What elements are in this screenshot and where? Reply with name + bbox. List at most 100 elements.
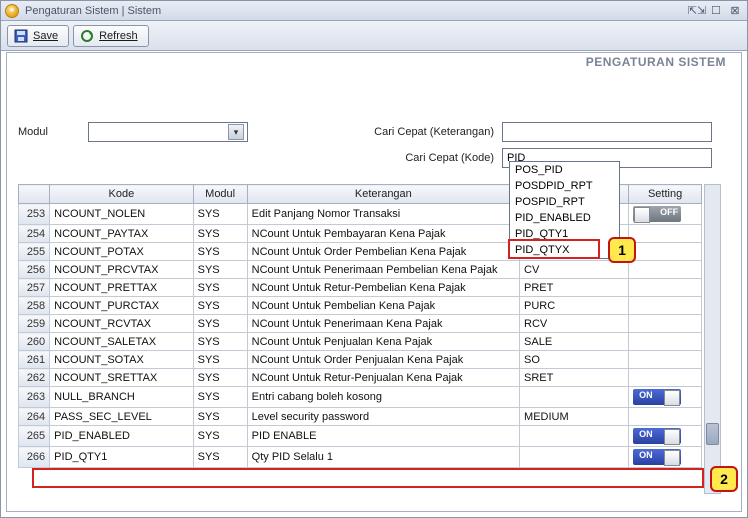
scrollbar-thumb[interactable] [706,423,719,445]
close-icon[interactable]: ⊠ [727,4,743,18]
cell-setting[interactable]: ON [629,426,702,447]
cell-kode[interactable]: NCOUNT_SOTAX [50,351,193,369]
suggest-item[interactable]: PID_QTY1 [510,226,619,242]
cell-keterangan[interactable]: Qty PID Selalu 1 [247,447,519,468]
refresh-button[interactable]: Refresh [73,25,149,47]
cell-setting[interactable]: ON [629,387,702,408]
table-row[interactable]: 258NCOUNT_PURCTAXSYSNCount Untuk Pembeli… [19,297,702,315]
cell-kode[interactable]: PID_QTY1 [50,447,193,468]
col-setting[interactable]: Setting [629,185,702,204]
cell-value[interactable] [520,387,629,408]
cell-value[interactable]: SRET [520,369,629,387]
cell-modul[interactable]: SYS [193,225,247,243]
table-row[interactable]: 263NULL_BRANCHSYSEntri cabang boleh koso… [19,387,702,408]
cell-setting[interactable] [629,369,702,387]
cell-modul[interactable]: SYS [193,333,247,351]
suggest-item[interactable]: PID_ENABLED [510,210,619,226]
table-row[interactable]: 256NCOUNT_PRCVTAXSYSNCount Untuk Penerim… [19,261,702,279]
cell-modul[interactable]: SYS [193,315,247,333]
cell-kode[interactable]: NULL_BRANCH [50,387,193,408]
cell-setting[interactable] [629,297,702,315]
suggest-item[interactable]: POSDPID_RPT [510,178,619,194]
cell-setting[interactable] [629,243,702,261]
suggest-item[interactable]: PID_QTYX [510,242,619,258]
col-modul[interactable]: Modul [193,185,247,204]
cell-value[interactable]: PURC [520,297,629,315]
cell-setting[interactable] [629,333,702,351]
cell-keterangan[interactable]: PID ENABLE [247,426,519,447]
cell-modul[interactable]: SYS [193,204,247,225]
cell-value[interactable] [520,447,629,468]
cell-modul[interactable]: SYS [193,426,247,447]
cell-keterangan[interactable]: NCount Untuk Retur-Pembelian Kena Pajak [247,279,519,297]
cell-modul[interactable]: SYS [193,279,247,297]
cell-setting[interactable] [629,261,702,279]
cell-kode[interactable]: NCOUNT_SRETTAX [50,369,193,387]
cell-setting[interactable]: ON [629,447,702,468]
cell-value[interactable] [520,426,629,447]
cell-kode[interactable]: PASS_SEC_LEVEL [50,408,193,426]
switch-on[interactable]: ON [633,449,681,465]
cell-kode[interactable]: NCOUNT_NOLEN [50,204,193,225]
cell-keterangan[interactable]: NCount Untuk Pembayaran Kena Pajak [247,225,519,243]
cell-modul[interactable]: SYS [193,387,247,408]
cell-value[interactable]: CV [520,261,629,279]
col-keterangan[interactable]: Keterangan [247,185,519,204]
table-row[interactable]: 264PASS_SEC_LEVELSYSLevel security passw… [19,408,702,426]
cell-setting[interactable]: OFF [629,204,702,225]
cell-value[interactable]: PRET [520,279,629,297]
cell-keterangan[interactable]: NCount Untuk Order Penjualan Kena Pajak [247,351,519,369]
cell-modul[interactable]: SYS [193,369,247,387]
cell-value[interactable]: MEDIUM [520,408,629,426]
cell-modul[interactable]: SYS [193,408,247,426]
suggest-item[interactable]: POS_PID [510,162,619,178]
cell-modul[interactable]: SYS [193,447,247,468]
cell-kode[interactable]: NCOUNT_POTAX [50,243,193,261]
cell-kode[interactable]: NCOUNT_PAYTAX [50,225,193,243]
vertical-scrollbar[interactable] [704,184,721,494]
switch-off[interactable]: OFF [633,206,681,222]
save-button[interactable]: Save [7,25,69,47]
autocomplete-dropdown[interactable]: POS_PID POSDPID_RPT POSPID_RPT PID_ENABL… [509,161,620,259]
cell-kode[interactable]: NCOUNT_RCVTAX [50,315,193,333]
cell-keterangan[interactable]: NCount Untuk Pembelian Kena Pajak [247,297,519,315]
cell-keterangan[interactable]: Level security password [247,408,519,426]
cell-value[interactable]: SO [520,351,629,369]
cell-kode[interactable]: NCOUNT_PRCVTAX [50,261,193,279]
cell-setting[interactable] [629,225,702,243]
table-row[interactable]: 261NCOUNT_SOTAXSYSNCount Untuk Order Pen… [19,351,702,369]
cell-kode[interactable]: NCOUNT_PURCTAX [50,297,193,315]
table-row[interactable]: 260NCOUNT_SALETAXSYSNCount Untuk Penjual… [19,333,702,351]
cell-keterangan[interactable]: NCount Untuk Penerimaan Kena Pajak [247,315,519,333]
restore-down-icon[interactable]: ⇱⇲ [689,4,705,18]
cell-keterangan[interactable]: Edit Panjang Nomor Transaksi [247,204,519,225]
cell-setting[interactable] [629,315,702,333]
switch-on[interactable]: ON [633,389,681,405]
cell-kode[interactable]: NCOUNT_PRETTAX [50,279,193,297]
table-row[interactable]: 257NCOUNT_PRETTAXSYSNCount Untuk Retur-P… [19,279,702,297]
table-row[interactable]: 266PID_QTY1SYSQty PID Selalu 1ON [19,447,702,468]
cell-kode[interactable]: PID_ENABLED [50,426,193,447]
cell-kode[interactable]: NCOUNT_SALETAX [50,333,193,351]
cari-ket-input[interactable] [502,122,712,142]
cell-setting[interactable] [629,351,702,369]
cell-modul[interactable]: SYS [193,261,247,279]
cell-value[interactable]: RCV [520,315,629,333]
col-kode[interactable]: Kode [50,185,193,204]
cell-keterangan[interactable]: Entri cabang boleh kosong [247,387,519,408]
suggest-item[interactable]: POSPID_RPT [510,194,619,210]
cell-modul[interactable]: SYS [193,243,247,261]
table-row[interactable]: 262NCOUNT_SRETTAXSYSNCount Untuk Retur-P… [19,369,702,387]
cell-value[interactable]: SALE [520,333,629,351]
cell-modul[interactable]: SYS [193,351,247,369]
cell-setting[interactable] [629,279,702,297]
table-row[interactable]: 259NCOUNT_RCVTAXSYSNCount Untuk Penerima… [19,315,702,333]
modul-combo[interactable]: ▾ [88,122,248,142]
cell-keterangan[interactable]: NCount Untuk Order Pembelian Kena Pajak [247,243,519,261]
cell-modul[interactable]: SYS [193,297,247,315]
cell-keterangan[interactable]: NCount Untuk Penerimaan Pembelian Kena P… [247,261,519,279]
cell-setting[interactable] [629,408,702,426]
chevron-down-icon[interactable]: ▾ [228,124,244,140]
maximize-icon[interactable]: ☐ [708,4,724,18]
switch-on[interactable]: ON [633,428,681,444]
